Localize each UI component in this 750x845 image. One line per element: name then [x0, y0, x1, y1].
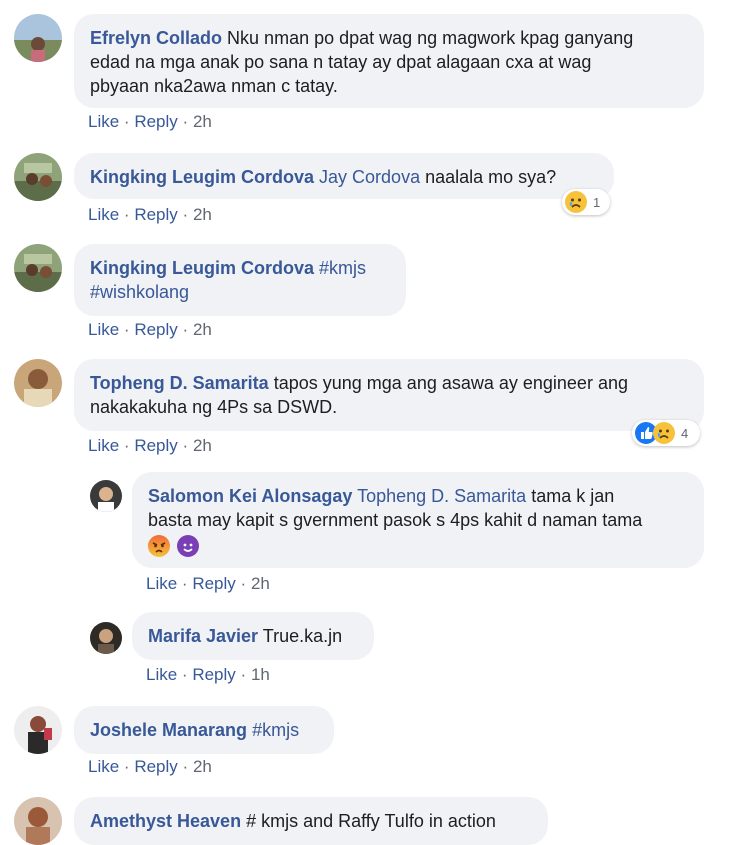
mention-link[interactable]: Topheng D. Samarita: [357, 486, 526, 506]
avatar[interactable]: [14, 244, 62, 292]
reply-link[interactable]: Reply: [134, 757, 177, 776]
like-link[interactable]: Like: [88, 757, 119, 776]
like-link[interactable]: Like: [88, 436, 119, 455]
separator: ·: [123, 757, 130, 776]
avatar[interactable]: [14, 797, 62, 845]
comment-bubble: Topheng D. Samarita tapos yung mga ang a…: [74, 359, 704, 431]
comment-author[interactable]: Topheng D. Samarita: [90, 373, 269, 393]
separator: ·: [240, 574, 247, 593]
comment-bubble: Kingking Leugim Cordova Jay Cordova naal…: [74, 153, 614, 199]
reply-bubble: Marifa Javier True.ka.jn: [132, 612, 374, 660]
separator: ·: [182, 205, 189, 224]
comment-author[interactable]: Amethyst Heaven: [90, 811, 241, 831]
separator: ·: [123, 205, 130, 224]
comment-bubble: Amethyst Heaven # kmjs and Raffy Tulfo i…: [74, 797, 548, 845]
comment-bubble: Efrelyn Collado Nku nman po dpat wag ng …: [74, 14, 704, 108]
comment-author[interactable]: Kingking Leugim Cordova: [90, 167, 314, 187]
avatar[interactable]: [14, 359, 62, 407]
timestamp[interactable]: 2h: [251, 574, 270, 593]
separator: ·: [123, 112, 130, 131]
like-link[interactable]: Like: [88, 320, 119, 339]
comment-actions: Like · Reply · 2h: [88, 320, 212, 340]
reaction-summary[interactable]: 1: [562, 189, 610, 215]
reply-link[interactable]: Reply: [192, 574, 235, 593]
like-link[interactable]: Like: [146, 574, 177, 593]
comment-actions: Like · Reply · 2h: [88, 112, 212, 132]
reply-link[interactable]: Reply: [134, 320, 177, 339]
separator: ·: [123, 320, 130, 339]
avatar[interactable]: [90, 480, 122, 512]
comment-actions: Like · Reply · 2h: [88, 757, 212, 777]
reply-link[interactable]: Reply: [134, 112, 177, 131]
separator: ·: [182, 112, 189, 131]
avatar[interactable]: [14, 153, 62, 201]
hashtag-link[interactable]: #kmjs: [319, 258, 366, 278]
separator: ·: [182, 436, 189, 455]
comment-text: pbyaan nka2awa nman c tatay.: [90, 76, 338, 96]
comment-text: # kmjs and Raffy Tulfo in action: [246, 811, 496, 831]
separator: ·: [240, 665, 247, 684]
comment-text: edad na mga anak po sana n tatay ay dpat…: [90, 52, 592, 72]
timestamp[interactable]: 2h: [193, 320, 212, 339]
comment-text: tama k jan: [531, 486, 615, 506]
timestamp[interactable]: 1h: [251, 665, 270, 684]
like-link[interactable]: Like: [88, 112, 119, 131]
avatar[interactable]: [90, 622, 122, 654]
mention-link[interactable]: Jay Cordova: [319, 167, 420, 187]
timestamp[interactable]: 2h: [193, 205, 212, 224]
comment-actions: Like · Reply · 1h: [146, 665, 270, 685]
devil-emoji-icon: [177, 535, 200, 558]
reply-link[interactable]: Reply: [192, 665, 235, 684]
like-link[interactable]: Like: [146, 665, 177, 684]
comment-author[interactable]: Kingking Leugim Cordova: [90, 258, 314, 278]
comment-text: tapos yung mga ang asawa ay engineer ang: [273, 373, 628, 393]
separator: ·: [181, 574, 188, 593]
sad-reaction-icon: [653, 422, 675, 444]
reply-bubble: Salomon Kei Alonsagay Topheng D. Samarit…: [132, 472, 704, 568]
timestamp[interactable]: 2h: [193, 112, 212, 131]
comment-bubble: Joshele Manarang #kmjs: [74, 706, 334, 754]
like-link[interactable]: Like: [88, 205, 119, 224]
reply-link[interactable]: Reply: [134, 436, 177, 455]
timestamp[interactable]: 2h: [193, 757, 212, 776]
comment-bubble: Kingking Leugim Cordova #kmjs #wishkolan…: [74, 244, 406, 316]
reaction-count: 1: [593, 194, 601, 210]
comment-text: nakakakuha ng 4Ps sa DSWD.: [90, 397, 338, 417]
avatar[interactable]: [14, 706, 62, 754]
comment-author[interactable]: Salomon Kei Alonsagay: [148, 486, 352, 506]
reply-link[interactable]: Reply: [134, 205, 177, 224]
comment-text: basta may kapit s gvernment pasok s 4ps …: [148, 510, 643, 530]
comment-text: naalala mo sya?: [425, 167, 557, 187]
hashtag-link[interactable]: #wishkolang: [90, 282, 189, 302]
comment-text: Nku nman po dpat wag ng magwork kpag gan…: [227, 28, 634, 48]
timestamp[interactable]: 2h: [193, 436, 212, 455]
separator: ·: [123, 436, 130, 455]
comment-author[interactable]: Joshele Manarang: [90, 720, 247, 740]
comment-text: True.ka.jn: [262, 626, 343, 646]
comment-author[interactable]: Efrelyn Collado: [90, 28, 222, 48]
comment-author[interactable]: Marifa Javier: [148, 626, 258, 646]
separator: ·: [181, 665, 188, 684]
hashtag-link[interactable]: #kmjs: [252, 720, 299, 740]
reaction-count: 4: [681, 425, 689, 441]
avatar[interactable]: [14, 14, 62, 62]
comment-actions: Like · Reply · 2h: [88, 436, 212, 456]
sad-reaction-icon: [565, 191, 587, 213]
separator: ·: [182, 320, 189, 339]
angry-emoji-icon: [148, 535, 170, 558]
comment-actions: Like · Reply · 2h: [146, 574, 270, 594]
reaction-summary[interactable]: 4: [632, 420, 700, 446]
separator: ·: [182, 757, 189, 776]
comment-actions: Like · Reply · 2h: [88, 205, 212, 225]
